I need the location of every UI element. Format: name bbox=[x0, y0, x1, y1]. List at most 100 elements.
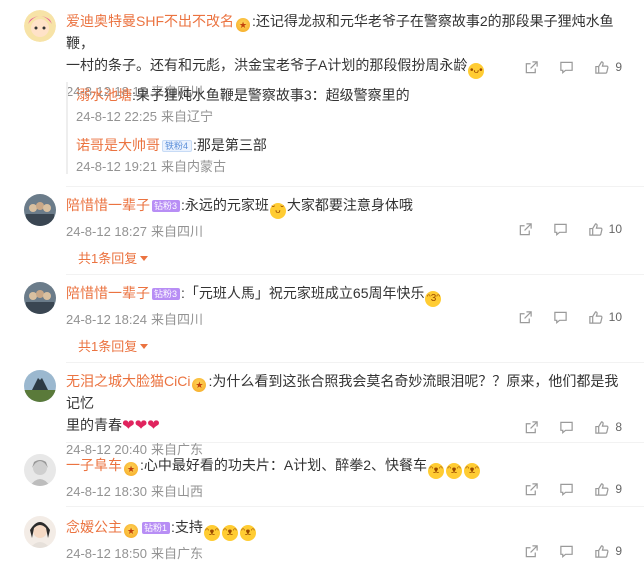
timestamp: 24-8-12 18:30 bbox=[66, 484, 147, 499]
like-icon bbox=[588, 222, 603, 236]
comment-button[interactable] bbox=[559, 482, 574, 497]
timestamp: 24-8-12 19:21 bbox=[76, 159, 157, 174]
comment-icon bbox=[560, 421, 574, 434]
emoji-icon: ᵔᴥᵔ bbox=[203, 525, 220, 541]
emoji-icon: ᵔᴥᵔ bbox=[428, 463, 445, 479]
comment-button[interactable] bbox=[553, 310, 568, 325]
share-button[interactable] bbox=[524, 482, 539, 497]
like-button[interactable]: 10 bbox=[588, 222, 622, 237]
username[interactable]: 一子阜车 bbox=[66, 457, 122, 473]
comment-icon bbox=[560, 545, 574, 558]
reply-thread-line bbox=[66, 82, 68, 174]
avatar[interactable] bbox=[24, 516, 56, 548]
comment-actions: 8 bbox=[504, 418, 622, 436]
avatar[interactable] bbox=[24, 370, 56, 402]
comment-actions: 9 bbox=[504, 480, 622, 498]
share-button[interactable] bbox=[518, 222, 533, 237]
divider bbox=[66, 506, 644, 507]
comment-icon bbox=[560, 61, 574, 74]
emoji-icon: ᵔᴥᵔ bbox=[221, 525, 238, 541]
timestamp: 24-8-12 18:50 bbox=[66, 546, 147, 561]
comment-icon bbox=[553, 223, 567, 236]
like-button[interactable]: 9 bbox=[594, 482, 622, 497]
avatar[interactable] bbox=[24, 10, 56, 42]
comment-actions: 10 bbox=[498, 308, 622, 326]
location: 来自内蒙古 bbox=[160, 159, 226, 174]
username[interactable]: 爱迪奥特曼SHF不出不改名 bbox=[66, 13, 234, 29]
fan-badge: 钻粉3 bbox=[152, 288, 181, 300]
like-button[interactable]: 9 bbox=[594, 544, 622, 559]
comment-actions: 9 bbox=[504, 542, 622, 560]
comment-text: 爱迪奥特曼SHF不出不改名 ★:还记得龙叔和元华老爷子在警察故事2的那段果子狸炖水… bbox=[66, 13, 614, 51]
like-icon bbox=[595, 420, 609, 434]
divider bbox=[66, 362, 644, 363]
like-button[interactable]: 8 bbox=[594, 420, 622, 435]
caret-down-icon bbox=[140, 256, 149, 261]
share-button[interactable] bbox=[524, 420, 539, 435]
avatar[interactable] bbox=[24, 454, 56, 486]
location: 来自四川 bbox=[150, 312, 203, 327]
share-icon bbox=[519, 310, 532, 323]
username[interactable]: 念嫒公主 bbox=[66, 519, 122, 535]
share-icon bbox=[519, 222, 532, 235]
like-count: 10 bbox=[608, 222, 622, 236]
share-icon bbox=[526, 420, 539, 433]
like-icon bbox=[595, 544, 609, 558]
comment-button[interactable] bbox=[559, 544, 574, 559]
share-icon bbox=[526, 544, 539, 557]
emoji-icon: ᵔᴥᵔ bbox=[239, 525, 256, 541]
emoji-icon: ˘ᴗ˘ bbox=[269, 203, 286, 219]
gold-badge-icon: ★ bbox=[192, 378, 207, 392]
like-button[interactable]: 10 bbox=[588, 310, 622, 325]
share-icon bbox=[526, 482, 539, 495]
username[interactable]: 陪惜惜一辈子 bbox=[66, 197, 150, 213]
share-button[interactable] bbox=[524, 544, 539, 559]
emoji-icon: •ᴗ• bbox=[468, 63, 485, 79]
like-count: 9 bbox=[615, 544, 622, 558]
username[interactable]: 陪惜惜一辈子 bbox=[66, 285, 150, 301]
avatar[interactable] bbox=[24, 282, 56, 314]
comment-actions: 9 bbox=[504, 58, 622, 76]
location: 来自山西 bbox=[150, 484, 203, 499]
timestamp: 24-8-12 18:27 bbox=[66, 224, 147, 239]
share-button[interactable] bbox=[524, 60, 539, 75]
comment-actions: 10 bbox=[498, 220, 622, 238]
like-icon bbox=[595, 60, 609, 74]
comment-button[interactable] bbox=[559, 60, 574, 75]
like-count: 10 bbox=[608, 310, 622, 324]
location: 来自广东 bbox=[150, 546, 203, 561]
location: 来自四川 bbox=[150, 224, 203, 239]
share-icon bbox=[526, 60, 539, 73]
fan-badge: 铁粉4 bbox=[162, 140, 193, 152]
username[interactable]: 溺水池塘 bbox=[76, 87, 132, 103]
divider bbox=[66, 442, 644, 443]
gold-badge-icon: ★ bbox=[124, 524, 138, 538]
fan-badge: 钻粉1 bbox=[142, 522, 171, 534]
gold-badge-icon: ★ bbox=[124, 462, 138, 476]
view-replies-button[interactable]: 共1条回复 bbox=[78, 248, 149, 267]
like-button[interactable]: 9 bbox=[594, 60, 622, 75]
timestamp: 24-8-12 18:24 bbox=[66, 312, 147, 327]
caret-down-icon bbox=[140, 344, 149, 349]
username[interactable]: 诺哥是大帅哥 bbox=[76, 137, 160, 153]
like-count: 9 bbox=[615, 482, 622, 496]
comment-button[interactable] bbox=[559, 420, 574, 435]
avatar[interactable] bbox=[24, 194, 56, 226]
gold-badge-icon: ★ bbox=[236, 18, 250, 32]
like-count: 8 bbox=[615, 420, 622, 434]
comment-icon bbox=[553, 311, 567, 324]
emoji-icon: ᵔ3ᵔ bbox=[425, 291, 442, 307]
like-count: 9 bbox=[615, 60, 622, 74]
share-button[interactable] bbox=[518, 310, 533, 325]
emoji-icon: ᵔᴥᵔ bbox=[446, 463, 463, 479]
like-icon bbox=[595, 482, 609, 496]
location: 来自辽宁 bbox=[160, 109, 213, 124]
fan-badge: 钻粉3 bbox=[152, 200, 181, 212]
username[interactable]: 无泪之城大脸猫CiCi bbox=[66, 373, 190, 389]
heart-icon: ❤❤❤ bbox=[122, 417, 160, 434]
like-icon bbox=[588, 310, 603, 324]
timestamp: 24-8-12 22:25 bbox=[76, 109, 157, 124]
divider bbox=[66, 186, 644, 187]
comment-button[interactable] bbox=[553, 222, 568, 237]
view-replies-button[interactable]: 共1条回复 bbox=[78, 336, 149, 355]
